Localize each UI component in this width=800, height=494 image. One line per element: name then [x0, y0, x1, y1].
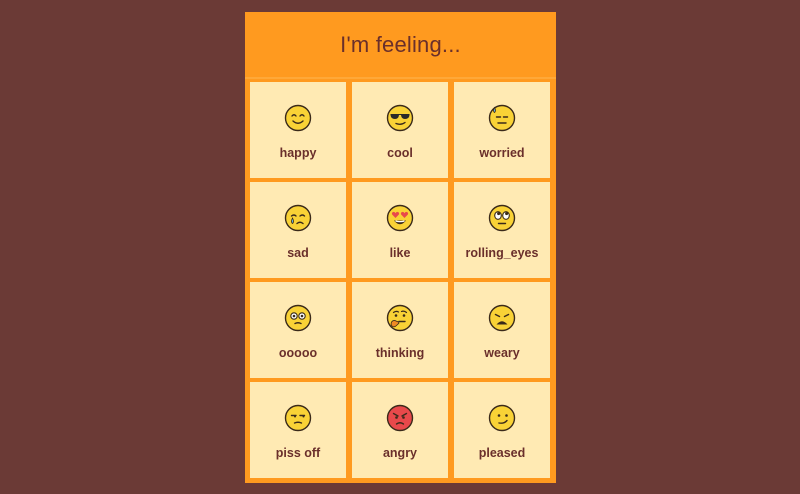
- mood-label: angry: [382, 446, 418, 460]
- mood-tile-pleased[interactable]: pleased: [454, 382, 550, 478]
- mood-tile-worried[interactable]: worried: [454, 82, 550, 178]
- sunglasses-face-icon: [386, 104, 414, 132]
- mood-tile-cool[interactable]: cool: [352, 82, 448, 178]
- happy-face-icon: [284, 104, 312, 132]
- thinking-face-icon: [386, 304, 414, 332]
- angry-face-icon: [386, 404, 414, 432]
- mood-tile-angry[interactable]: angry: [352, 382, 448, 478]
- mood-label: happy: [279, 146, 317, 160]
- mood-tile-happy[interactable]: happy: [250, 82, 346, 178]
- mood-label: piss off: [275, 446, 321, 460]
- mood-label: rolling_eyes: [465, 246, 539, 260]
- mood-tile-thinking[interactable]: thinking: [352, 282, 448, 378]
- panel-title: I'm feeling...: [245, 12, 556, 79]
- mood-tile-rolling-eyes[interactable]: rolling_eyes: [454, 182, 550, 278]
- mood-grid: happy cool worried sad like rolling_eyes…: [250, 82, 551, 478]
- crying-face-icon: [284, 204, 312, 232]
- mood-label: like: [389, 246, 411, 260]
- mood-label: ooooo: [278, 346, 318, 360]
- unamused-face-icon: [284, 404, 312, 432]
- mood-label: sad: [287, 246, 309, 260]
- mood-label: thinking: [375, 346, 425, 360]
- weary-face-icon: [488, 304, 516, 332]
- smirk-face-icon: [488, 404, 516, 432]
- mood-label: cool: [387, 146, 413, 160]
- mood-label: worried: [479, 146, 525, 160]
- heart-eyes-face-icon: [386, 204, 414, 232]
- mood-label: weary: [484, 346, 520, 360]
- mood-tile-piss-off[interactable]: piss off: [250, 382, 346, 478]
- mood-tile-weary[interactable]: weary: [454, 282, 550, 378]
- sweat-face-icon: [488, 104, 516, 132]
- dizzy-face-icon: [284, 304, 312, 332]
- mood-tile-sad[interactable]: sad: [250, 182, 346, 278]
- mood-tile-ooooo[interactable]: ooooo: [250, 282, 346, 378]
- mood-panel: I'm feeling... happy cool worried sad li…: [245, 12, 556, 483]
- mood-label: pleased: [478, 446, 526, 460]
- rolling-eyes-face-icon: [488, 204, 516, 232]
- mood-tile-like[interactable]: like: [352, 182, 448, 278]
